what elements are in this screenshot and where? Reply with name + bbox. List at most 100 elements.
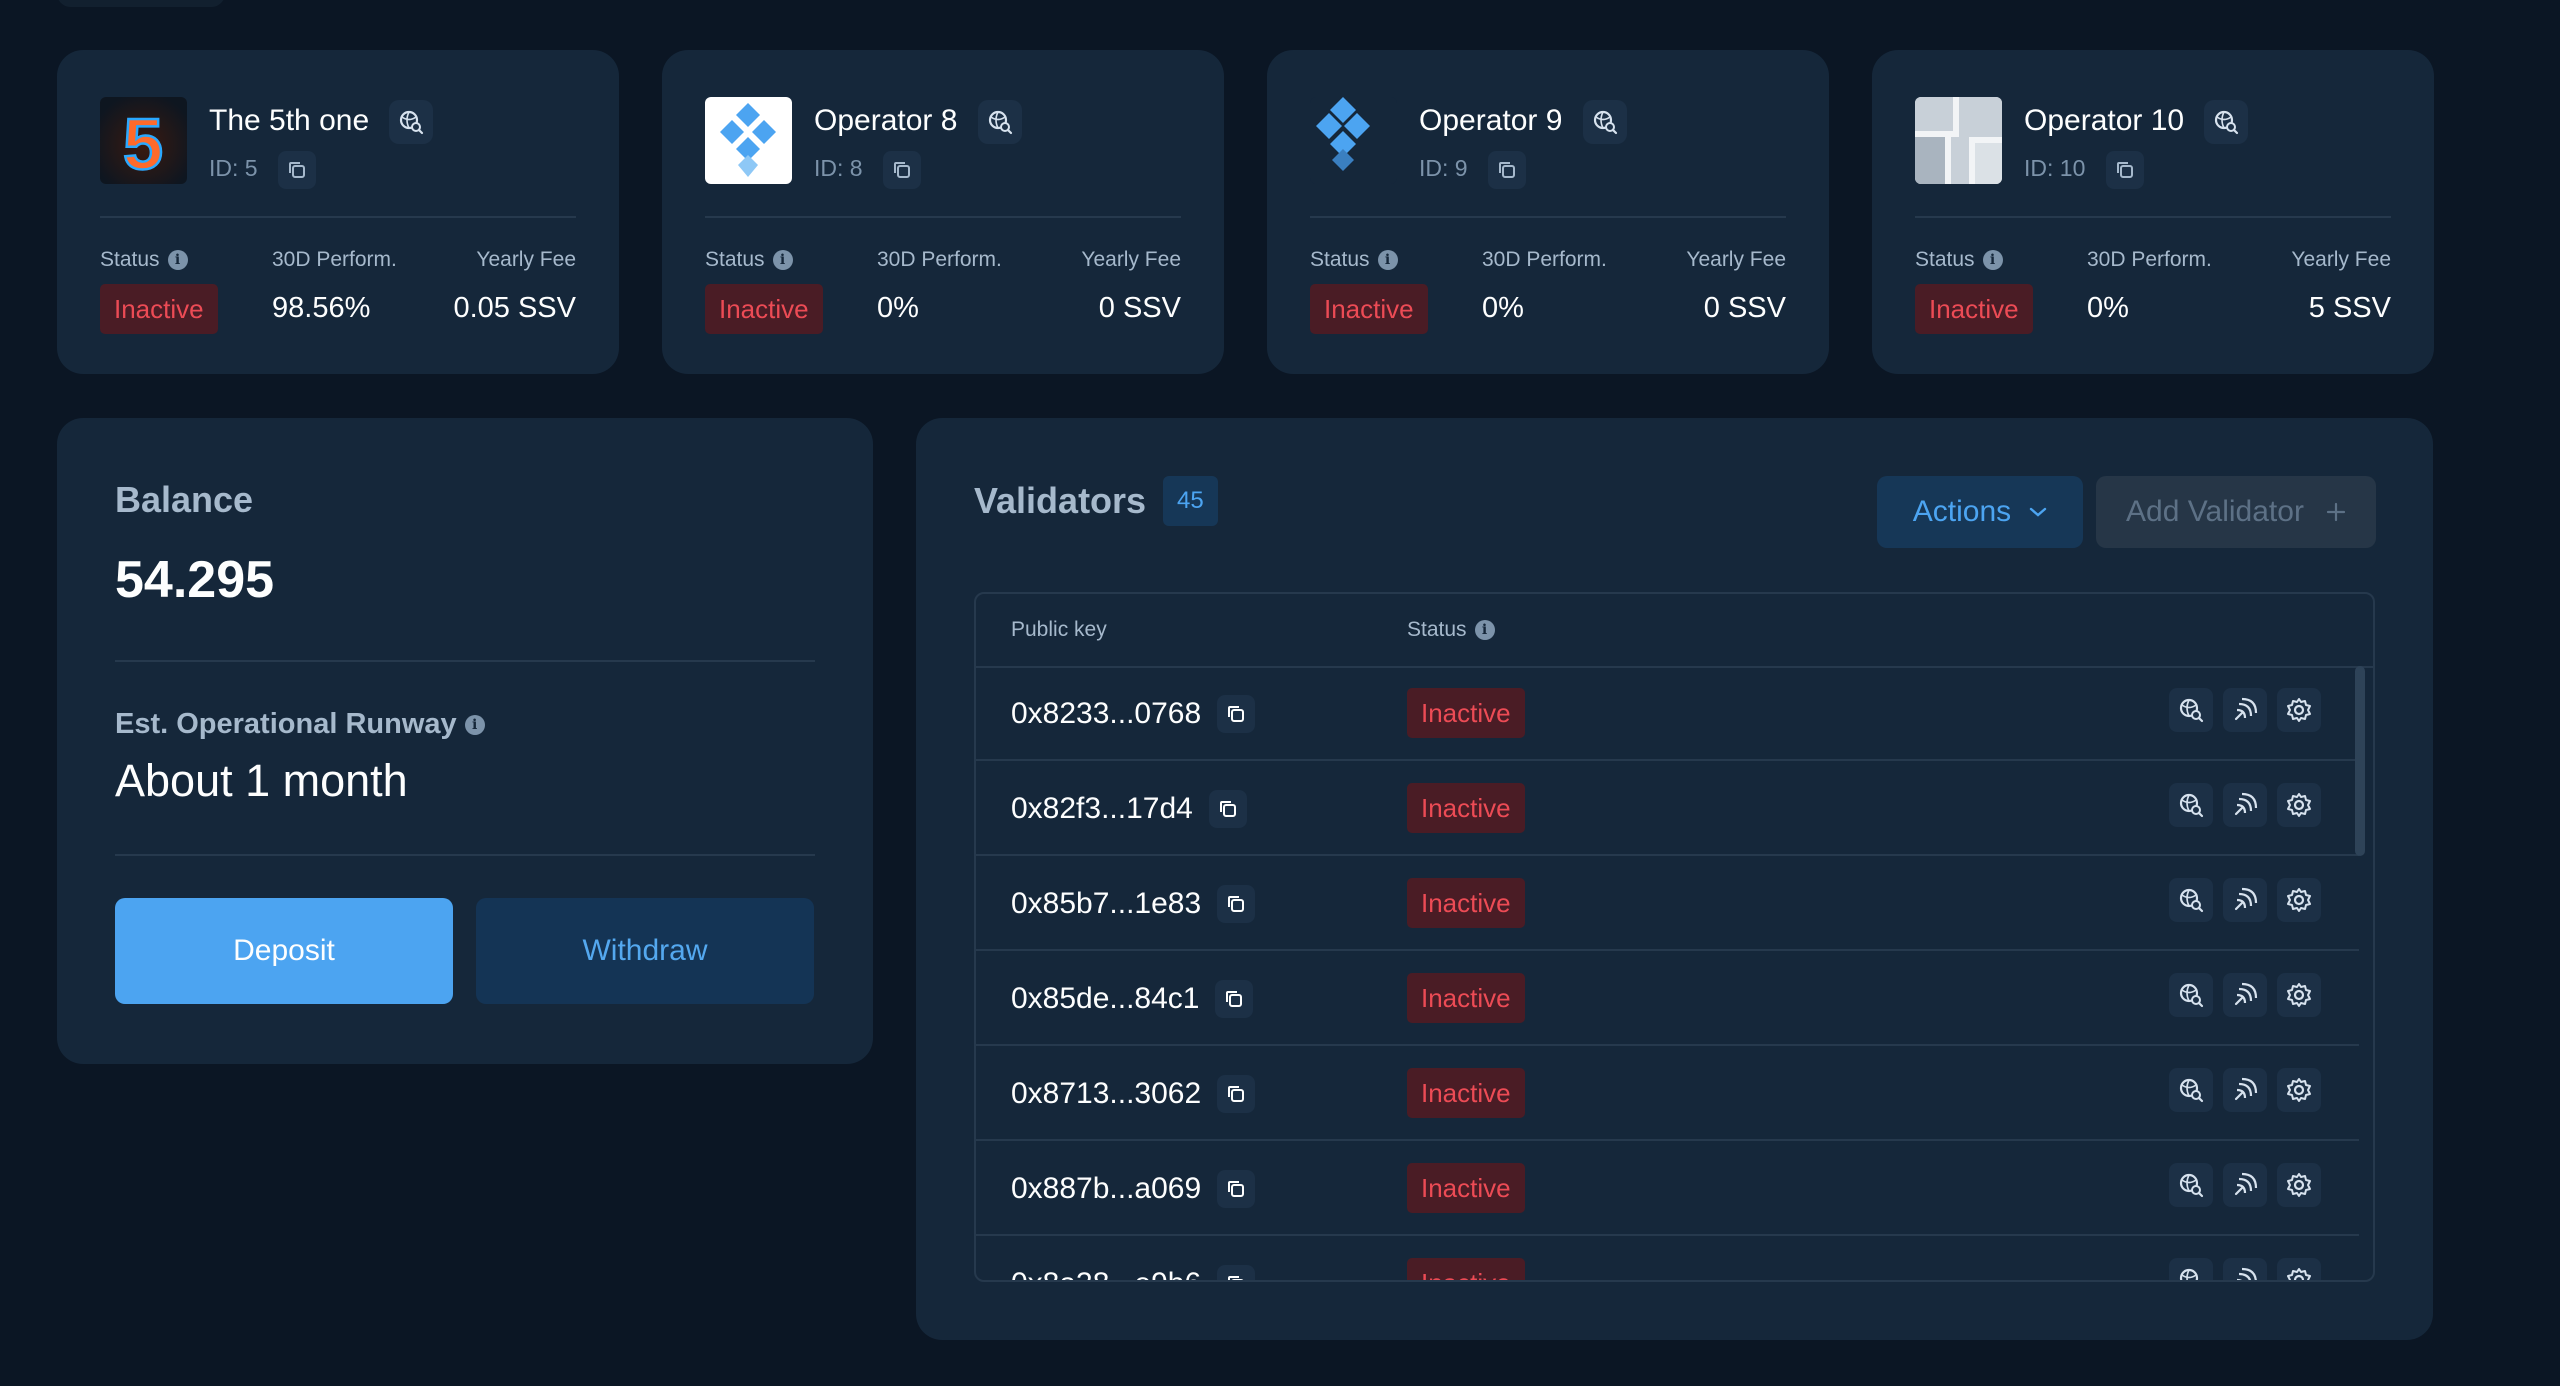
runway-value: About 1 month [115,755,408,806]
table-row[interactable]: 0x82f3...17d4 Inactive [976,761,2359,856]
beaconchain-button[interactable] [2223,1258,2267,1280]
table-row[interactable]: 0x85de...84c1 Inactive [976,951,2359,1046]
info-icon[interactable]: i [1377,250,1398,271]
operator-id-text: ID: 5 [209,155,258,182]
info-icon[interactable]: i [1982,250,2003,271]
public-key-cell: 0x8233...0768 [1011,695,1256,733]
explorer-button[interactable] [2169,1163,2213,1207]
copy-icon [1228,1181,1245,1197]
beaconchain-button[interactable] [2223,783,2267,827]
table-row[interactable]: 0x887b...a069 Inactive [976,1141,2359,1236]
settings-button[interactable] [2277,1163,2321,1207]
settings-button[interactable] [2277,973,2321,1017]
copy-icon [1226,991,1243,1007]
column-header-public-key: Public key [1011,618,1107,641]
copy-key-button[interactable] [1217,885,1256,923]
add-validator-button[interactable]: Add Validator [2096,476,2376,548]
status-badge: Inactive [1407,973,1525,1023]
info-icon[interactable]: i [772,250,793,271]
operator-card[interactable]: 5 The 5th one ID: 5 Status i Inactive 30D… [57,50,619,374]
operator-id: ID: 5 [209,151,316,189]
status-badge: Inactive [1407,1163,1525,1213]
table-row[interactable]: 0x8713...3062 Inactive [976,1046,2359,1141]
info-icon[interactable]: i [1474,620,1495,641]
explorer-link[interactable] [2204,100,2249,144]
explorer-search-icon [988,110,1012,135]
explorer-search-icon [1593,110,1617,135]
operator-card[interactable]: Operator 10 ID: 10 Status i Inactive 30D … [1872,50,2434,374]
row-actions [2169,878,2321,922]
divider [115,660,815,662]
info-icon[interactable]: i [464,715,485,736]
copy-id-button[interactable] [277,151,316,189]
copy-key-button[interactable] [1217,1170,1256,1208]
operator-stats: Status i Inactive 30D Perform. 0% Yearly … [1310,218,1786,374]
explorer-button[interactable] [2169,1258,2213,1280]
row-actions [2169,1258,2321,1280]
settings-button[interactable] [2277,1258,2321,1280]
explorer-button[interactable] [2169,973,2213,1017]
beaconchain-button[interactable] [2223,973,2267,1017]
gear-icon [2287,793,2311,817]
operator-card[interactable]: Operator 8 ID: 8 Status i Inactive 30D Pe… [662,50,1224,374]
operator-name: Operator 8 [814,100,1022,144]
gear-icon [2287,888,2311,912]
copy-key-button[interactable] [1217,1075,1256,1113]
copy-key-button[interactable] [1215,980,1254,1018]
operator-name-text: Operator 8 [814,103,958,137]
explorer-link[interactable] [389,100,434,144]
withdraw-button[interactable]: Withdraw [476,898,814,1004]
settings-button[interactable] [2277,783,2321,827]
settings-button[interactable] [2277,878,2321,922]
copy-key-button[interactable] [1217,695,1256,733]
table-row[interactable]: 0x8a38...e9b6 Inactive [976,1236,2359,1280]
status-label: Status i [705,248,793,272]
explorer-link[interactable] [977,100,1022,144]
copy-id-button[interactable] [882,151,921,189]
scrollbar-thumb[interactable] [2355,666,2365,856]
actions-label: Actions [1912,495,2012,528]
plus-icon [2326,502,2346,522]
operator-logo-image [1310,97,1397,184]
validators-card: Validators 45 Actions Add Validator Publ… [916,418,2433,1340]
row-actions [2169,973,2321,1017]
settings-button[interactable] [2277,1068,2321,1112]
public-key-text: 0x8233...0768 [1011,697,1202,730]
perf-value: 0% [877,292,919,324]
status-badge: Inactive [1407,783,1525,833]
settings-button[interactable] [2277,688,2321,732]
operator-stats: Status i Inactive 30D Perform. 0% Yearly … [1915,218,2391,374]
copy-id-button[interactable] [2105,151,2144,189]
beaconchain-button[interactable] [2223,1163,2267,1207]
copy-key-button[interactable] [1208,790,1247,828]
table-row[interactable]: 0x85b7...1e83 Inactive [976,856,2359,951]
explorer-button[interactable] [2169,878,2213,922]
table-header: Public key Status i [976,594,2373,668]
beaconchain-button[interactable] [2223,878,2267,922]
beaconchain-button[interactable] [2223,688,2267,732]
column-header-status-text: Status [1407,618,1467,641]
copy-id-button[interactable] [1487,151,1526,189]
info-icon[interactable]: i [167,250,188,271]
public-key-text: 0x82f3...17d4 [1011,792,1193,825]
operator-stats: Status i Inactive 30D Perform. 0% Yearly … [705,218,1181,374]
beaconchain-icon [2234,1077,2258,1101]
operator-card[interactable]: Operator 9 ID: 9 Status i Inactive 30D Pe… [1267,50,1829,374]
explorer-link[interactable] [1582,100,1627,144]
operator-card-header: Operator 8 ID: 8 [705,50,1181,218]
beaconchain-button[interactable] [2223,1068,2267,1112]
deposit-button[interactable]: Deposit [115,898,453,1004]
explorer-button[interactable] [2169,688,2213,732]
operator-name-text: The 5th one [209,103,370,137]
operator-logo [1915,97,2002,184]
explorer-button[interactable] [2169,783,2213,827]
table-row[interactable]: 0x8233...0768 Inactive [976,666,2359,761]
explorer-search-icon [2179,983,2204,1008]
actions-button[interactable]: Actions [1877,476,2083,548]
operator-logo-image [1915,97,2002,184]
copy-icon [1219,801,1236,817]
explorer-button[interactable] [2169,1068,2213,1112]
copy-key-button[interactable] [1217,1265,1256,1280]
status-badge: Inactive [100,284,218,334]
public-key-cell: 0x85de...84c1 [1011,980,1254,1018]
